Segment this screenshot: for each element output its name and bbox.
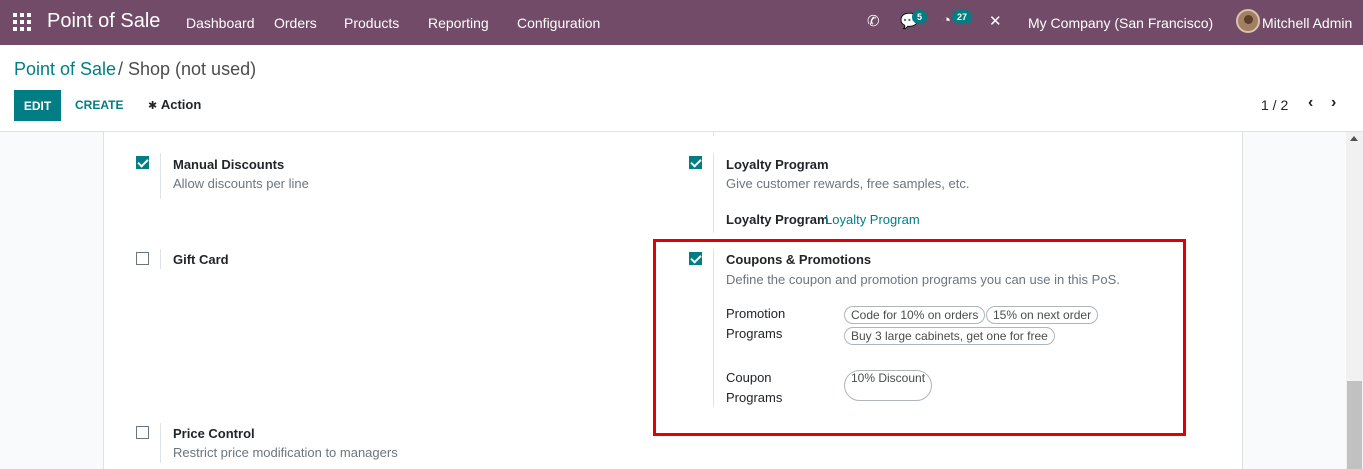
control-panel: Point of Sale / Shop (not used) EDIT CRE…: [0, 45, 1363, 132]
menu-products[interactable]: Products: [344, 15, 399, 31]
loyalty-program-field-label: Loyalty Program: [726, 212, 829, 227]
loyalty-program-title: Loyalty Program: [726, 157, 829, 172]
pager-value[interactable]: 1 / 2: [1261, 97, 1288, 113]
messages-badge: 5: [912, 10, 928, 24]
edit-button[interactable]: EDIT: [14, 90, 61, 121]
loyalty-program-desc: Give customer rewards, free samples, etc…: [726, 176, 970, 191]
price-control-title: Price Control: [173, 426, 255, 441]
menu-configuration[interactable]: Configuration: [517, 15, 600, 31]
loyalty-program-checkbox[interactable]: [689, 156, 702, 169]
price-control-checkbox[interactable]: [136, 426, 149, 439]
loyalty-program-field-value[interactable]: Loyalty Program: [825, 212, 920, 227]
phone-icon[interactable]: ✆: [867, 12, 880, 30]
create-button[interactable]: CREATE: [75, 98, 123, 112]
app-brand[interactable]: Point of Sale: [47, 10, 160, 33]
menu-reporting[interactable]: Reporting: [428, 15, 489, 31]
top-navbar: Point of Sale Dashboard Orders Products …: [0, 0, 1363, 45]
divider: [160, 153, 161, 199]
scrollbar-thumb[interactable]: [1347, 381, 1362, 469]
apps-menu-icon[interactable]: [13, 13, 31, 31]
gear-icon: ✱: [148, 100, 158, 112]
manual-discounts-desc: Allow discounts per line: [173, 176, 309, 191]
menu-dashboard[interactable]: Dashboard: [186, 15, 255, 31]
divider: [713, 132, 714, 136]
action-menu[interactable]: ✱ Action: [148, 97, 201, 112]
manual-discounts-checkbox[interactable]: [136, 156, 149, 169]
company-switcher[interactable]: My Company (San Francisco): [1028, 15, 1213, 31]
divider: [160, 423, 161, 463]
menu-orders[interactable]: Orders: [274, 15, 317, 31]
manual-discounts-title: Manual Discounts: [173, 157, 285, 172]
activity-clock-icon[interactable]: ◔: [942, 12, 951, 29]
action-label: Action: [160, 97, 202, 112]
gift-card-checkbox[interactable]: [136, 252, 149, 265]
price-control-desc: Restrict price modification to managers: [173, 445, 398, 460]
user-avatar[interactable]: [1236, 9, 1260, 33]
divider: [713, 153, 714, 233]
tools-icon[interactable]: ✕: [989, 12, 1002, 30]
chevron-left-icon[interactable]: ‹: [1308, 94, 1313, 112]
chevron-right-icon[interactable]: ›: [1331, 94, 1336, 112]
highlight-box: [653, 239, 1186, 436]
gift-card-title: Gift Card: [173, 252, 229, 267]
divider: [160, 249, 161, 269]
activities-badge: 27: [952, 10, 973, 24]
scroll-up-icon[interactable]: [1350, 136, 1358, 141]
breadcrumb-current: / Shop (not used): [118, 59, 257, 79]
breadcrumb-parent[interactable]: Point of Sale: [14, 59, 116, 80]
user-menu[interactable]: Mitchell Admin: [1262, 15, 1352, 31]
